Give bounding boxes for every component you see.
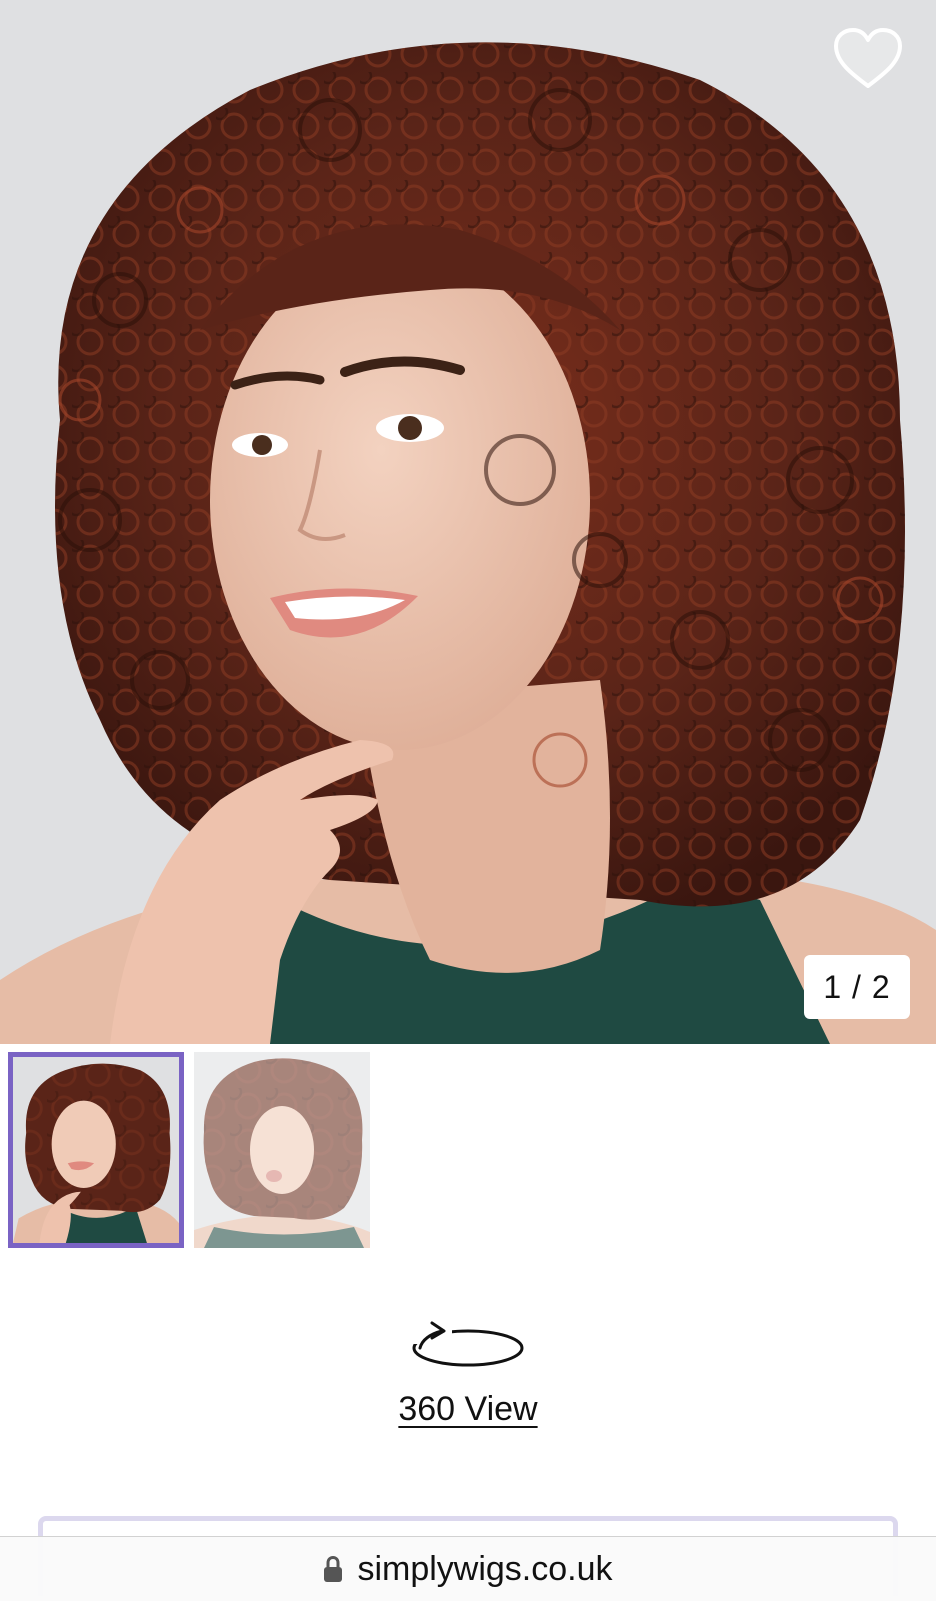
wishlist-button[interactable] — [832, 26, 904, 92]
thumbnail-image — [194, 1052, 370, 1248]
view-360-label[interactable]: 360 View — [398, 1390, 537, 1429]
heart-outline-icon — [834, 28, 902, 88]
thumbnail-image — [13, 1057, 179, 1243]
model-photo — [0, 0, 936, 1044]
lock-icon — [324, 1555, 343, 1582]
browser-url-bar[interactable]: simplywigs.co.uk — [0, 1536, 936, 1601]
thumbnail-2[interactable] — [194, 1052, 370, 1248]
image-counter: 1 / 2 — [804, 955, 910, 1019]
view-360-button[interactable]: 360 View — [0, 1318, 936, 1429]
thumbnail-strip — [8, 1052, 370, 1252]
url-text[interactable]: simplywigs.co.uk — [357, 1550, 612, 1589]
thumbnail-1[interactable] — [8, 1052, 184, 1248]
product-main-image[interactable]: 1 / 2 — [0, 0, 936, 1044]
rotate-360-icon — [412, 1321, 524, 1367]
